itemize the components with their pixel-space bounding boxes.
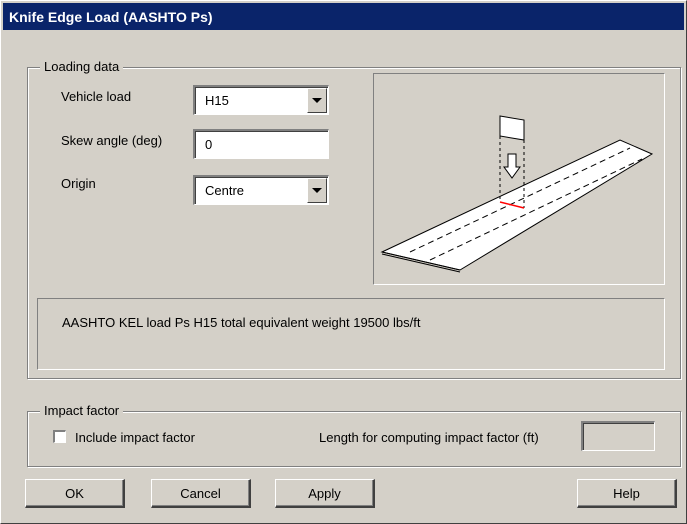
loading-data-title: Loading data	[40, 59, 124, 75]
knife-edge-load-diagram	[380, 115, 654, 273]
dialog-window: Knife Edge Load (AASHTO Ps) Loading data…	[0, 0, 687, 524]
skew-angle-label: Skew angle (deg)	[61, 133, 163, 148]
ok-button[interactable]: OK	[25, 479, 125, 508]
load-description: AASHTO KEL load Ps H15 total equivalent …	[62, 315, 421, 330]
arrow-down-icon	[503, 153, 521, 179]
skew-angle-input[interactable]: 0	[193, 129, 329, 159]
road-deck	[380, 139, 654, 271]
vehicle-load-value: H15	[205, 93, 229, 108]
origin-label: Origin	[61, 176, 96, 191]
vehicle-load-select[interactable]: H15	[193, 85, 329, 115]
include-impact-factor-label[interactable]: Include impact factor	[75, 430, 195, 445]
description-panel: AASHTO KEL load Ps H15 total equivalent …	[37, 298, 665, 370]
include-impact-factor-checkbox[interactable]	[53, 430, 66, 443]
cancel-button[interactable]: Cancel	[151, 479, 251, 508]
help-button-label: Help	[613, 485, 640, 501]
chevron-down-icon	[312, 98, 322, 103]
apply-button-label: Apply	[308, 485, 341, 501]
impact-factor-title: Impact factor	[40, 403, 124, 419]
ok-button-label: OK	[65, 485, 84, 501]
cancel-button-label: Cancel	[180, 485, 221, 501]
window-title: Knife Edge Load (AASHTO Ps)	[9, 8, 213, 25]
origin-dropdown-button[interactable]	[307, 178, 327, 203]
apply-button[interactable]: Apply	[275, 479, 375, 508]
vehicle-load-dropdown-button[interactable]	[307, 88, 327, 113]
chevron-down-icon	[312, 188, 322, 193]
vehicle-load-label: Vehicle load	[61, 89, 132, 104]
help-button[interactable]: Help	[577, 479, 677, 508]
origin-select[interactable]: Centre	[193, 175, 329, 205]
skew-angle-value: 0	[205, 137, 213, 152]
load-block	[499, 115, 525, 141]
title-bar[interactable]: Knife Edge Load (AASHTO Ps)	[3, 3, 684, 30]
origin-value: Centre	[205, 183, 245, 198]
impact-length-label: Length for computing impact factor (ft)	[319, 430, 539, 445]
impact-length-input[interactable]	[581, 421, 655, 451]
load-diagram-panel	[373, 73, 665, 285]
